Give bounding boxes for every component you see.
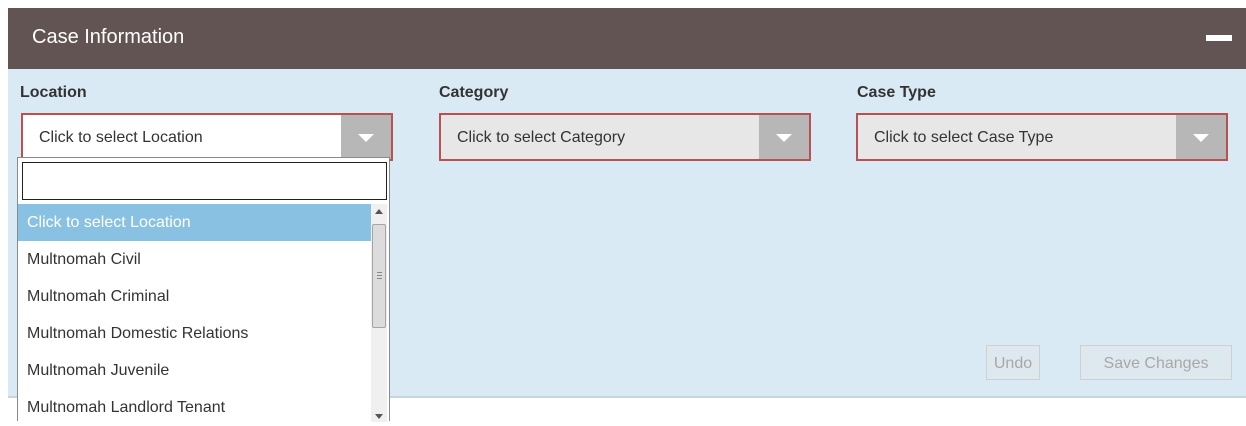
panel-header: Case Information xyxy=(8,8,1246,69)
category-label: Category xyxy=(439,84,509,101)
list-item[interactable]: Multnomah Landlord Tenant xyxy=(18,389,373,426)
list-item[interactable]: Multnomah Criminal xyxy=(18,278,373,315)
location-select[interactable]: Click to select Location xyxy=(21,113,393,161)
grip-line xyxy=(377,275,382,276)
chevron-down-icon[interactable] xyxy=(759,115,809,159)
scroll-down-icon[interactable] xyxy=(371,408,387,422)
list-item[interactable]: Multnomah Juvenile xyxy=(18,352,373,389)
panel-title: Case Information xyxy=(32,26,185,48)
case-type-select[interactable]: Click to select Case Type xyxy=(856,113,1228,161)
category-select-value: Click to select Category xyxy=(457,129,626,146)
undo-button[interactable]: Undo xyxy=(986,345,1040,380)
list-item[interactable]: Click to select Location xyxy=(18,204,373,241)
case-type-label: Case Type xyxy=(857,84,936,101)
minus-icon[interactable] xyxy=(1206,35,1232,41)
scrollbar-thumb[interactable] xyxy=(372,224,386,328)
category-select[interactable]: Click to select Category xyxy=(439,113,811,161)
location-search-input[interactable] xyxy=(22,162,387,200)
grip-line xyxy=(377,278,382,279)
dropdown-scrollbar[interactable] xyxy=(371,204,387,422)
location-dropdown: Click to select Location Multnomah Civil… xyxy=(17,157,390,422)
grip-line xyxy=(377,272,382,273)
location-options-list: Click to select Location Multnomah Civil… xyxy=(18,204,373,426)
location-select-value: Click to select Location xyxy=(39,129,203,146)
scroll-up-icon[interactable] xyxy=(371,204,387,220)
chevron-down-icon[interactable] xyxy=(1176,115,1226,159)
save-changes-button[interactable]: Save Changes xyxy=(1080,345,1232,380)
chevron-down-icon[interactable] xyxy=(341,115,391,159)
list-item[interactable]: Multnomah Civil xyxy=(18,241,373,278)
location-label: Location xyxy=(20,84,87,101)
case-type-select-value: Click to select Case Type xyxy=(874,129,1054,146)
list-item[interactable]: Multnomah Domestic Relations xyxy=(18,315,373,352)
